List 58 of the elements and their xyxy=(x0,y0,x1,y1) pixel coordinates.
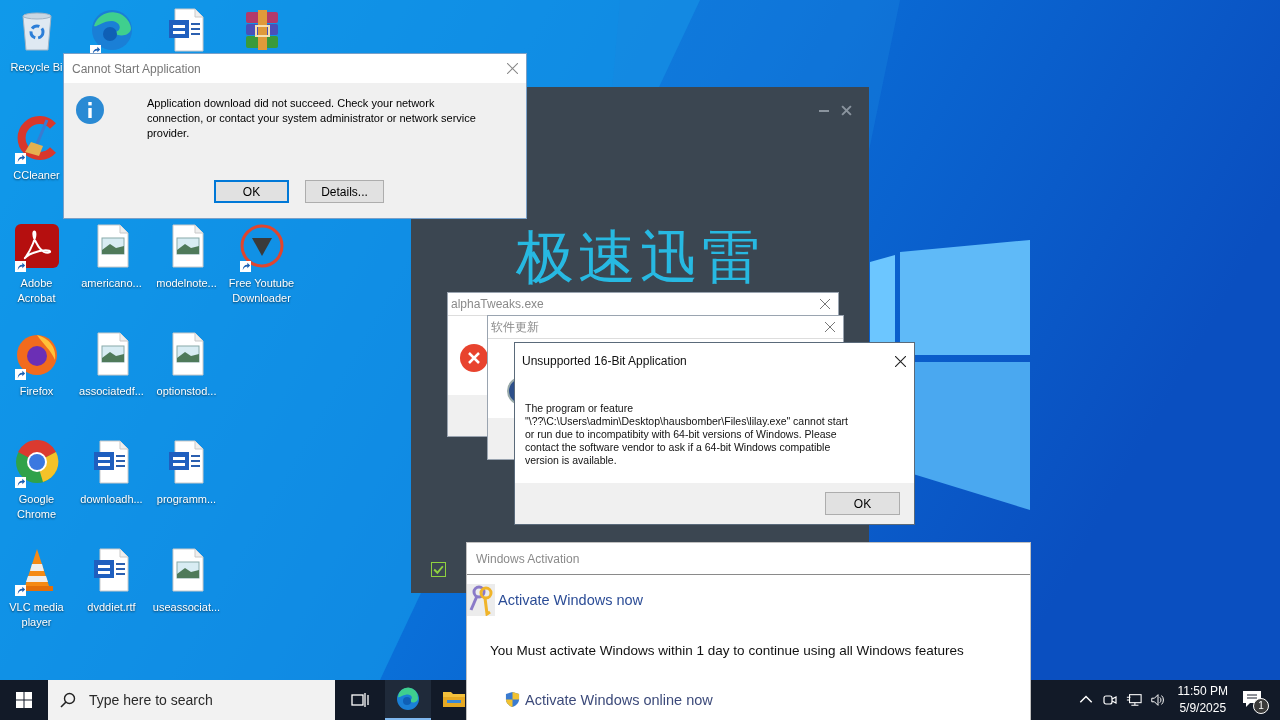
icon-label[interactable]: Free Youtube Downloader xyxy=(225,276,298,306)
search-icon xyxy=(60,692,76,708)
shortcut-arrow-icon xyxy=(14,153,26,164)
icon-label[interactable]: americano... xyxy=(75,276,148,291)
clock-time[interactable]: 11:50 PM xyxy=(1177,683,1228,700)
window-title: alphaTweaks.exe xyxy=(451,297,545,311)
window-title: Cannot Start Application xyxy=(72,61,202,76)
icon-label[interactable]: dvddiet.rtf xyxy=(75,600,148,615)
shortcut-arrow-icon xyxy=(14,369,26,380)
window-title: Unsupported 16-Bit Application xyxy=(522,354,688,368)
icon-label[interactable]: downloadh... xyxy=(75,492,148,507)
icon-label[interactable]: modelnote... xyxy=(150,276,223,291)
details-button[interactable]: Details... xyxy=(305,180,384,203)
clock-date[interactable]: 5/9/2025 xyxy=(1179,700,1227,717)
message-line: connection, or contact your system administrator or network service xyxy=(147,111,477,126)
message-line: or run due to incompatibity with 64-bit versions of Windows. Please xyxy=(525,428,838,441)
volume-icon[interactable] xyxy=(1149,692,1166,708)
close-icon[interactable] xyxy=(895,355,906,367)
message-line: Application download did not succeed. Check your network xyxy=(147,96,436,111)
edge-taskbar-button[interactable] xyxy=(385,680,431,720)
camera-icon[interactable] xyxy=(1101,692,1118,708)
shield-icon xyxy=(505,691,520,708)
shortcut-arrow-icon xyxy=(14,261,26,272)
message-line: The program or feature xyxy=(525,402,634,415)
window-title: 软件更新 xyxy=(491,318,540,336)
icon-label[interactable]: programm... xyxy=(150,492,223,507)
shortcut-arrow-icon xyxy=(14,477,26,488)
window-title: Windows Activation xyxy=(476,551,580,566)
message-line: version is available. xyxy=(525,454,618,467)
acrobat-icon[interactable] xyxy=(12,222,61,270)
icon-label[interactable]: Firefox xyxy=(0,384,73,399)
message-line: contact the software vendor to ask if a 64-bit Windows compatible xyxy=(525,441,832,454)
icon-label[interactable]: associatedf... xyxy=(75,384,148,399)
activation-message: You Must activate Windows within 1 day to continue using all Windows features xyxy=(490,643,965,658)
start-button[interactable] xyxy=(16,692,32,708)
activation-heading: Activate Windows now xyxy=(498,592,644,608)
icon-label[interactable]: VLC media player xyxy=(0,600,73,630)
shortcut-arrow-icon xyxy=(239,261,251,272)
ok-button[interactable]: OK xyxy=(825,492,900,515)
icon-label[interactable]: optionstod... xyxy=(150,384,223,399)
icon-label[interactable]: useassociat... xyxy=(150,600,223,615)
network-icon[interactable] xyxy=(1125,692,1142,708)
icon-label[interactable]: Adobe Acrobat xyxy=(0,276,73,306)
task-view-icon[interactable] xyxy=(351,692,369,708)
message-line: "\??\C:\Users\admin\Desktop\hausbomber\Files\lilay.exe" cannot start xyxy=(525,415,849,428)
keys-icon xyxy=(467,584,495,616)
app-logo-text: 极速迅雷 xyxy=(515,223,765,291)
search-field[interactable]: Type here to search xyxy=(87,691,331,709)
activate-online-link[interactable]: Activate Windows online now xyxy=(525,691,713,708)
icon-label[interactable]: Google Chrome xyxy=(0,492,73,522)
search-bar[interactable]: Type here to search xyxy=(48,680,335,720)
shortcut-arrow-icon xyxy=(14,585,26,596)
ok-button[interactable]: OK xyxy=(214,180,289,203)
checkbox[interactable] xyxy=(431,562,446,577)
message-line: provider. xyxy=(147,126,191,141)
info-icon xyxy=(76,96,104,124)
notification-badge: 1 xyxy=(1253,698,1269,714)
edge-icon xyxy=(396,687,420,711)
